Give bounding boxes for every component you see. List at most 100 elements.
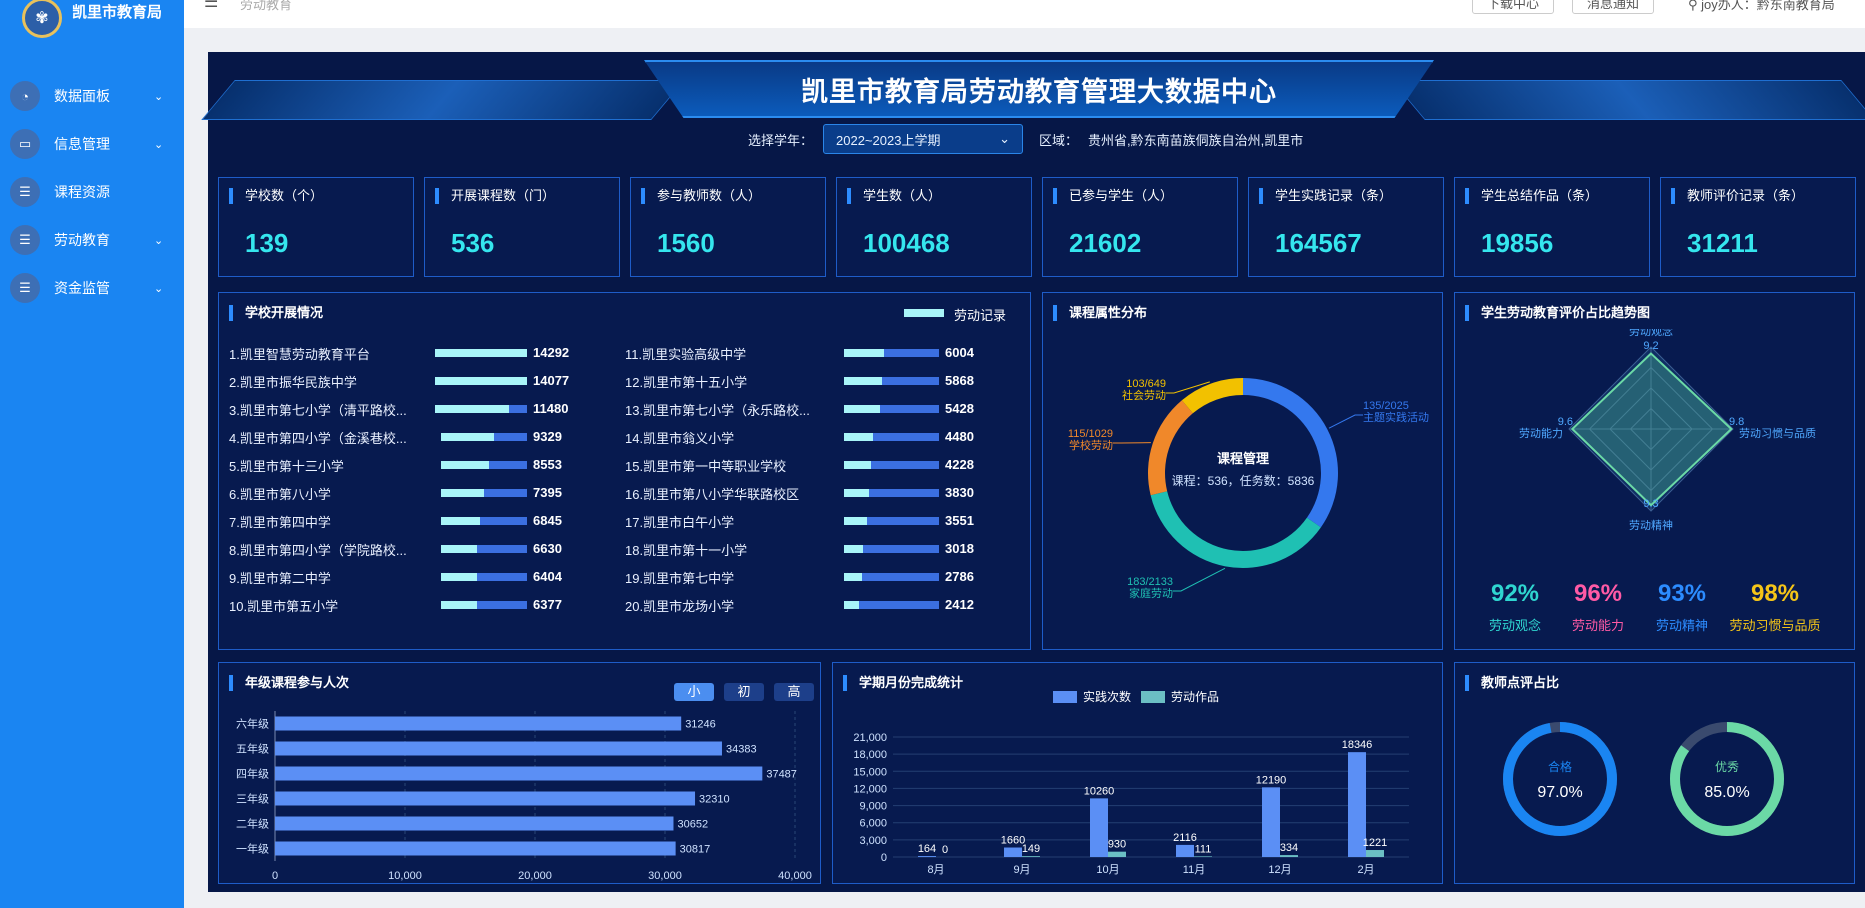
- bar: [1194, 856, 1212, 857]
- school-name: 5.凯里市第十三小学: [229, 458, 344, 474]
- x-tick-label: 20,000: [518, 870, 552, 882]
- donut-leader-line: [1173, 567, 1226, 592]
- legend-label: 劳动作品: [1171, 690, 1219, 704]
- school-bar-fill: [844, 377, 882, 385]
- school-bar: [844, 545, 939, 553]
- school-bar-fill: [441, 601, 478, 609]
- stat-card: 学校数（个） 139: [218, 177, 414, 277]
- grade-bar-chart: 六年级 31246 五年级 34383 四年级 37487 三年级 32310 二年级 30652…: [236, 711, 812, 882]
- school-bar-fill: [844, 405, 881, 413]
- school-bar-fill: [441, 433, 495, 441]
- school-value: 6845: [533, 513, 562, 528]
- school-value: 6004: [945, 345, 974, 360]
- school-name: 8.凯里市第四小学（学院路校...: [229, 542, 407, 558]
- school-bar-fill: [844, 517, 867, 525]
- bar: [1176, 844, 1194, 857]
- legend-label: 实践次数: [1083, 689, 1131, 704]
- legend-swatch: [904, 309, 944, 317]
- stat-value: 19856: [1481, 228, 1554, 258]
- school-name: 12.凯里市第十五小学: [625, 374, 748, 390]
- year-select-value: 2022~2023上学期: [836, 132, 941, 148]
- school-name: 2.凯里市振华民族中学: [229, 374, 357, 390]
- data-label: 149: [1022, 843, 1040, 855]
- bar: [1108, 851, 1126, 857]
- school-bar: [441, 433, 527, 441]
- data-label: 31246: [685, 719, 716, 731]
- school-value: 14292: [533, 345, 570, 360]
- evaluation-radar-chart: 劳动观念 9.2 劳动习惯与品质9.8 劳动精神 9.3 劳动能力9.6: [1519, 329, 1816, 532]
- stat-card: 学生总结作品（条） 19856: [1454, 177, 1650, 277]
- dashboard: 凯里市教育局劳动教育管理大数据中心 选择学年： 2022~2023上学期 ⌄ 区…: [201, 52, 1865, 892]
- sidebar-item-course-resources[interactable]: ☰ 课程资源: [0, 168, 184, 216]
- bar: [1280, 855, 1298, 857]
- chevron-down-icon: ⌄: [154, 282, 164, 295]
- region-label: 区域：: [1039, 132, 1079, 148]
- school-value: 3018: [945, 541, 974, 556]
- x-tick-label: 40,000: [778, 870, 812, 882]
- sidebar-item-label: 劳动教育: [54, 232, 110, 248]
- radar-panel: 学生劳动教育评价占比趋势图 劳动观念 9.2 劳动习惯与品质 9.8 劳动精神 9.3 劳动…: [1454, 292, 1855, 650]
- stat-card: 学生实践记录（条） 164567: [1248, 177, 1444, 277]
- x-tick-label: 2月: [1357, 864, 1374, 876]
- data-label: 0: [942, 844, 948, 856]
- stat-card: 学生数（人） 100468: [836, 177, 1032, 277]
- sidebar-item-labor-education[interactable]: ☰ 劳动教育 ⌄: [0, 216, 184, 264]
- message-notice-button[interactable]: 消息通知: [1572, 0, 1655, 14]
- radar-value-label: 9.2: [1643, 340, 1658, 352]
- sidebar-item-data-panel[interactable]: ◔ 数据面板 ⌄: [0, 72, 184, 120]
- user-label[interactable]: ⚲ joy办人：黔东南教育局: [1688, 0, 1835, 13]
- data-label: 2116: [1173, 832, 1197, 844]
- school-bar-fill: [844, 545, 863, 553]
- donut-ratio-label: 135/2025: [1363, 400, 1409, 412]
- school-name: 18.凯里市第十一小学: [625, 542, 748, 558]
- school-bar: [441, 461, 527, 469]
- legend-swatch: [1141, 691, 1165, 703]
- stat-label: 学生总结作品（条）: [1465, 188, 1598, 204]
- percent-value: 96%: [1573, 580, 1623, 607]
- school-value: 8553: [533, 457, 562, 472]
- ring-value: 85.0%: [1704, 784, 1749, 801]
- year-select[interactable]: 2022~2023上学期 ⌄: [823, 124, 1024, 154]
- school-bar-fill: [435, 405, 509, 413]
- school-bar-fill: [844, 349, 884, 357]
- month-panel: 学期月份完成统计 实践次数 劳动作品 0 3,000 6,000 9,000 12,000 1…: [832, 662, 1443, 884]
- ring-label: 合格: [1548, 759, 1572, 774]
- x-tick-label: 12月: [1268, 864, 1291, 876]
- school-bar: [441, 489, 527, 497]
- donut-category-label: 社会劳动: [1122, 388, 1166, 402]
- pie-chart-icon: ◔: [10, 81, 40, 111]
- stat-card: 参与教师数（人） 1560: [630, 177, 826, 277]
- monitor-icon: ▭: [10, 129, 40, 159]
- school-name: 3.凯里市第七小学（清平路校...: [229, 402, 407, 418]
- level-toggle-0[interactable]: 小: [674, 683, 714, 701]
- school-bar-fill: [441, 461, 490, 469]
- year-label: 选择学年：: [748, 132, 814, 148]
- level-toggle-2[interactable]: 高: [774, 683, 814, 701]
- sidebar-item-info-management[interactable]: ▭ 信息管理 ⌄: [0, 120, 184, 168]
- school-bar-fill: [441, 517, 480, 525]
- data-label: 30652: [677, 819, 708, 831]
- x-tick-label: 8月: [927, 864, 944, 876]
- chevron-down-icon: ⌄: [154, 234, 164, 247]
- school-name: 11.凯里实验高级中学: [625, 346, 747, 362]
- school-bar: [844, 601, 939, 609]
- donut-center-subtitle: 课程：536，任务数：5836: [1172, 473, 1315, 488]
- school-bar: [844, 377, 939, 385]
- y-tick-label: 一年级: [236, 842, 269, 856]
- school-value: 11480: [533, 401, 569, 416]
- school-value: 5428: [945, 401, 974, 416]
- data-label: 37487: [766, 769, 797, 781]
- sidebar-item-label: 数据面板: [54, 88, 110, 104]
- course-panel: 课程属性分布 135/2025 主题实践活动 183/2133 家庭劳动 115/102…: [1042, 292, 1443, 650]
- donut-category-label: 家庭劳动: [1129, 586, 1173, 600]
- stat-value: 536: [451, 228, 495, 258]
- sidebar-item-fund-supervision[interactable]: ☰ 资金监管 ⌄: [0, 264, 184, 312]
- bar: [1004, 847, 1022, 857]
- school-bar-fill: [441, 573, 478, 581]
- menu-toggle-icon[interactable]: ☰: [204, 0, 218, 12]
- download-center-button[interactable]: 下载中心: [1472, 0, 1555, 14]
- level-toggle-1[interactable]: 初: [724, 683, 764, 701]
- header-banner: 凯里市教育局劳动教育管理大数据中心: [644, 60, 1434, 118]
- y-tick-label: 二年级: [236, 817, 269, 831]
- school-bar-fill: [441, 545, 478, 553]
